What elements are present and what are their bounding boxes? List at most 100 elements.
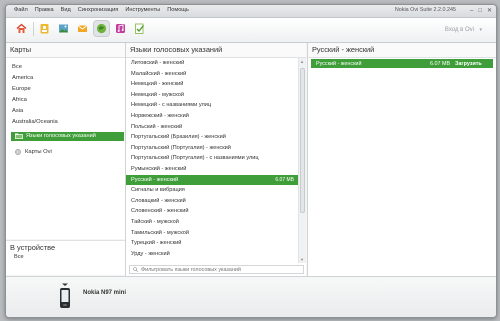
list-item-label: Румынский - женский xyxy=(131,166,187,172)
region-asia[interactable]: Asia xyxy=(12,108,23,114)
list-item[interactable]: Португальский (Португалия) - женский xyxy=(126,143,298,154)
filter-input[interactable] xyxy=(141,266,301,273)
sync-icon xyxy=(135,23,145,34)
gallery-icon xyxy=(59,24,68,33)
menu-items: Файл Правка Вид Синхронизация Инструмент… xyxy=(14,7,189,13)
toolbar-separator xyxy=(33,22,34,36)
minimize-icon[interactable]: – xyxy=(470,7,473,15)
login-link[interactable]: Вход в Ovi xyxy=(445,27,474,33)
list-item-label: Турецкий - женский xyxy=(131,240,182,247)
voice-languages-header: Языки голосовых указаний xyxy=(126,43,306,58)
regions-panel: Карты Все America Europe Africa Asia Aus… xyxy=(6,43,125,239)
list-scrollbar[interactable]: ▲ ▼ xyxy=(298,58,306,263)
list-item[interactable]: Тамильский - мужской xyxy=(126,228,298,239)
list-item[interactable]: Русский - женский 6.07 MB xyxy=(126,174,298,186)
ovi-maps-icon xyxy=(15,149,21,155)
device-bar: Nokia N97 mini xyxy=(6,276,496,317)
music-button[interactable] xyxy=(113,21,128,36)
region-all[interactable]: Все xyxy=(12,64,22,70)
list-item-label: Малайский - женский xyxy=(131,70,187,77)
region-europe[interactable]: Europe xyxy=(12,86,31,92)
device-panel: В устройстве Все xyxy=(6,240,125,275)
folder-icon xyxy=(15,133,23,139)
list-item[interactable]: Урду - женский xyxy=(126,249,298,260)
download-row[interactable]: Русский - женский 6.07 MB Загрузить xyxy=(311,59,493,68)
device-name: Nokia N97 mini xyxy=(83,290,127,296)
details-panel: Русский - женский Русский - женский 6.07… xyxy=(308,43,496,276)
home-button[interactable] xyxy=(14,21,29,36)
menu-bar: Файл Правка Вид Синхронизация Инструмент… xyxy=(6,5,496,18)
region-africa[interactable]: Africa xyxy=(12,97,27,103)
regions-header: Карты xyxy=(6,43,125,58)
sync-button[interactable] xyxy=(132,21,147,36)
list-item-label: Португальский (Португалия) - женский xyxy=(131,144,231,151)
list-item[interactable]: Немецкий - с названиями улиц xyxy=(126,100,298,111)
music-icon xyxy=(116,24,125,33)
menu-tools[interactable]: Инструменты xyxy=(125,7,160,13)
download-button[interactable]: Загрузить xyxy=(455,61,482,67)
list-item[interactable]: Литовский - женский xyxy=(126,58,298,69)
list-item[interactable]: Румынский - женский xyxy=(126,164,298,175)
list-item-label: Словацкий - женский xyxy=(131,197,186,204)
list-item-label: Немецкий - женский xyxy=(131,81,184,88)
list-item[interactable]: Польский - женский xyxy=(126,122,298,133)
gallery-button[interactable] xyxy=(56,21,71,36)
list-item-label: Словенский - женский xyxy=(131,208,189,215)
list-item[interactable]: Малайский - женский xyxy=(126,69,298,80)
list-item[interactable]: Португальский (Бразилия) - женский xyxy=(126,132,298,143)
list-item[interactable]: Словенский - женский xyxy=(126,206,298,217)
messages-button[interactable] xyxy=(75,21,90,36)
chevron-down-icon[interactable]: ▾ xyxy=(479,27,482,33)
list-item[interactable]: Сигналы и вибрация xyxy=(126,185,298,196)
list-item[interactable]: Норвежский - женский xyxy=(126,111,298,122)
list-item-label: Португальский (Португалия) - с названиям… xyxy=(131,155,259,162)
menu-edit[interactable]: Правка xyxy=(35,7,54,13)
list-item-label: Сигналы и вибрация xyxy=(131,187,185,194)
filter-box[interactable] xyxy=(129,265,304,274)
voice-languages-item[interactable]: Языки голосовых указаний xyxy=(11,132,124,141)
list-item-label: Немецкий - мужской xyxy=(131,91,185,98)
window-controls: – □ ✕ xyxy=(470,7,492,15)
list-item[interactable]: Немецкий - мужской xyxy=(126,90,298,101)
list-item[interactable]: Турецкий - женский xyxy=(126,238,298,249)
messages-icon xyxy=(77,25,88,32)
list-item[interactable]: Немецкий - женский xyxy=(126,79,298,90)
ovi-maps-item[interactable]: Карты Ovi xyxy=(25,149,52,155)
menu-file[interactable]: Файл xyxy=(14,7,28,13)
voice-languages-panel: Языки голосовых указаний Литовский - жен… xyxy=(126,43,306,276)
main-window: Файл Правка Вид Синхронизация Инструмент… xyxy=(5,4,497,318)
contacts-button[interactable] xyxy=(37,21,52,36)
home-icon xyxy=(16,23,27,33)
scroll-up-icon[interactable]: ▲ xyxy=(300,59,304,64)
list-item-label: Немецкий - с названиями улиц xyxy=(131,102,212,109)
device-panel-header: В устройстве xyxy=(10,243,56,252)
toolbar: Вход в Ovi ▾ xyxy=(6,18,496,43)
region-america[interactable]: America xyxy=(12,75,33,81)
phone-icon[interactable] xyxy=(59,283,71,309)
download-row-label: Русский - женский xyxy=(316,60,362,67)
menu-help[interactable]: Помощь xyxy=(167,7,189,13)
maps-button[interactable] xyxy=(93,20,110,37)
list-item[interactable]: Словацкий - женский xyxy=(126,196,298,207)
menu-sync[interactable]: Синхронизация xyxy=(78,7,119,13)
maximize-icon[interactable]: □ xyxy=(478,7,482,15)
voice-languages-label: Языки голосовых указаний xyxy=(26,133,96,139)
details-header: Русский - женский xyxy=(308,43,496,58)
device-filter-all[interactable]: Все xyxy=(14,254,24,260)
list-item-label: Португальский (Бразилия) - женский xyxy=(131,134,226,141)
list-item[interactable]: Португальский (Португалия) - с названиям… xyxy=(126,153,298,164)
list-item-label: Тайский - мужской xyxy=(131,219,179,225)
list-item-label: Польский - женский xyxy=(131,123,183,130)
scrollbar-thumb[interactable] xyxy=(300,68,305,213)
list-item-label: Тамильский - мужской xyxy=(131,229,189,236)
search-icon xyxy=(133,267,138,272)
menu-view[interactable]: Вид xyxy=(61,7,71,13)
list-item-size: 6.07 MB xyxy=(275,176,294,183)
download-row-size: 6.07 MB xyxy=(430,60,451,67)
list-item-label: Урду - женский xyxy=(131,250,170,257)
region-australia[interactable]: Australia/Oceania xyxy=(12,119,58,125)
contacts-icon xyxy=(40,24,49,34)
list-item[interactable]: Тайский - мужской xyxy=(126,217,298,228)
scroll-down-icon[interactable]: ▼ xyxy=(300,257,304,262)
close-icon[interactable]: ✕ xyxy=(487,7,492,15)
